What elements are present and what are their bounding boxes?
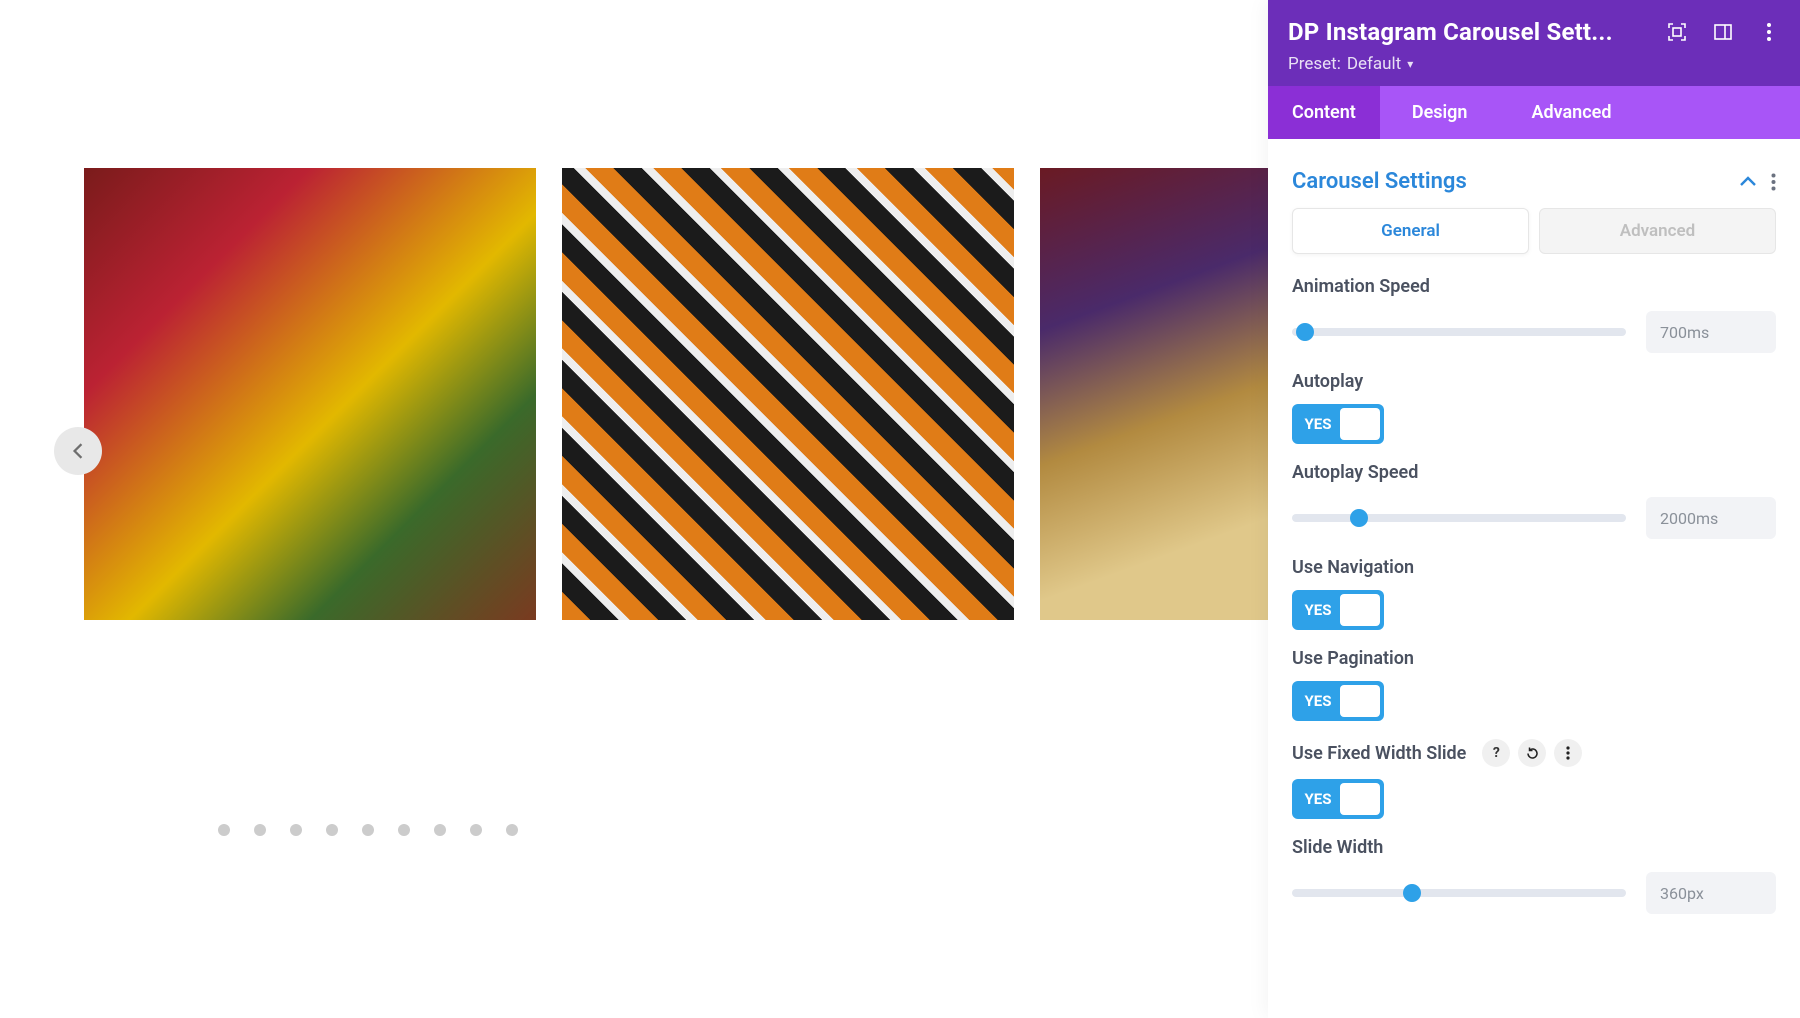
label-use-fixed-width: Use Fixed Width Slide [1292,743,1466,764]
carousel-slide[interactable] [1040,168,1288,620]
panel-title: DP Instagram Carousel Sett... [1288,18,1613,46]
toggle-use-pagination[interactable]: YES [1292,681,1384,721]
carousel-dot[interactable] [506,824,518,836]
field-use-fixed-width: Use Fixed Width Slide ? YES [1292,739,1776,819]
carousel-dot[interactable] [218,824,230,836]
column-icon[interactable] [1712,21,1734,43]
toggle-autoplay[interactable]: YES [1292,404,1384,444]
toggle-knob [1340,594,1380,626]
carousel-dot[interactable] [470,824,482,836]
carousel-dot[interactable] [326,824,338,836]
preset-value: Default [1347,54,1401,74]
label-use-navigation: Use Navigation [1292,557,1776,578]
toggle-knob [1340,408,1380,440]
carousel-dot[interactable] [362,824,374,836]
more-vertical-icon[interactable] [1771,173,1776,191]
carousel-slide[interactable] [562,168,1014,620]
toggle-knob [1340,783,1380,815]
field-animation-speed: Animation Speed 700ms [1292,276,1776,353]
carousel-dots [0,824,736,836]
slider-animation-speed[interactable] [1292,328,1626,336]
toggle-yes-label: YES [1296,692,1340,710]
value-autoplay-speed[interactable]: 2000ms [1646,497,1776,539]
section-title[interactable]: Carousel Settings [1292,169,1467,194]
expand-icon[interactable] [1666,21,1688,43]
field-use-navigation: Use Navigation YES [1292,557,1776,630]
field-slide-width: Slide Width 360px [1292,837,1776,914]
toggle-yes-label: YES [1296,601,1340,619]
tab-advanced[interactable]: Advanced [1499,86,1643,139]
settings-panel: DP Instagram Carousel Sett... Preset: De… [1268,0,1800,1018]
slider-slide-width[interactable] [1292,889,1626,897]
more-vertical-icon[interactable] [1554,739,1582,767]
sub-tab-advanced[interactable]: Advanced [1539,208,1776,254]
label-autoplay: Autoplay [1292,371,1776,392]
toggle-yes-label: YES [1296,790,1340,808]
value-animation-speed[interactable]: 700ms [1646,311,1776,353]
field-use-pagination: Use Pagination YES [1292,648,1776,721]
label-slide-width: Slide Width [1292,837,1776,858]
tab-content[interactable]: Content [1268,86,1380,139]
chevron-left-icon [71,443,85,459]
label-use-pagination: Use Pagination [1292,648,1776,669]
toggle-knob [1340,685,1380,717]
help-icon[interactable]: ? [1482,739,1510,767]
caret-down-icon: ▾ [1407,57,1413,71]
carousel-dot[interactable] [254,824,266,836]
collapse-section-icon[interactable] [1739,176,1757,188]
carousel-dot[interactable] [290,824,302,836]
tab-design[interactable]: Design [1380,86,1500,139]
sub-tab-general[interactable]: General [1292,208,1529,254]
value-slide-width[interactable]: 360px [1646,872,1776,914]
carousel-slide[interactable] [84,168,536,620]
carousel [84,168,1288,620]
preview-canvas [0,0,1268,1018]
toggle-use-navigation[interactable]: YES [1292,590,1384,630]
sub-tabs: General Advanced [1292,208,1776,254]
preset-dropdown[interactable]: Preset: Default ▾ [1288,54,1413,74]
preset-label: Preset: [1288,54,1341,74]
field-autoplay-speed: Autoplay Speed 2000ms [1292,462,1776,539]
reset-icon[interactable] [1518,739,1546,767]
carousel-dot[interactable] [398,824,410,836]
label-autoplay-speed: Autoplay Speed [1292,462,1776,483]
carousel-prev-button[interactable] [54,427,102,475]
panel-body: Carousel Settings General Advanced Anima… [1268,139,1800,938]
field-autoplay: Autoplay YES [1292,371,1776,444]
slider-autoplay-speed[interactable] [1292,514,1626,522]
label-animation-speed: Animation Speed [1292,276,1776,297]
more-vertical-icon[interactable] [1758,21,1780,43]
panel-header: DP Instagram Carousel Sett... Preset: De… [1268,0,1800,86]
carousel-dot[interactable] [434,824,446,836]
panel-tabs: Content Design Advanced [1268,86,1800,139]
toggle-yes-label: YES [1296,415,1340,433]
toggle-use-fixed-width[interactable]: YES [1292,779,1384,819]
